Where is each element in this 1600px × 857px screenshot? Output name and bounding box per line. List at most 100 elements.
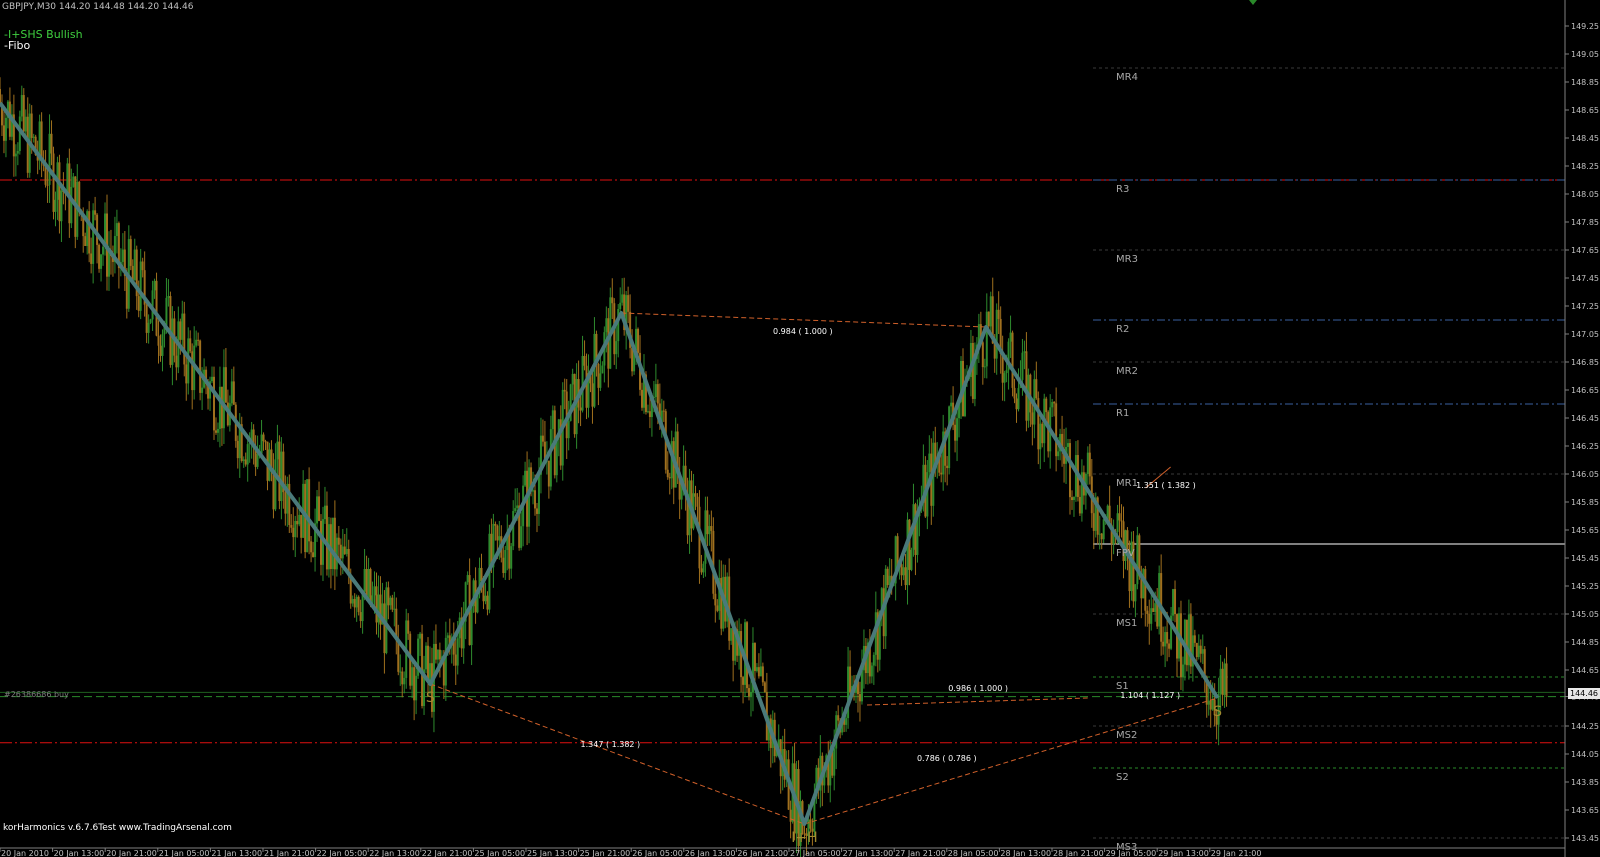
candle-body [147,322,150,333]
candle-body [498,536,501,541]
candle-body [1207,700,1210,705]
candle-body [216,428,219,433]
candle-body [761,666,764,683]
candle-body [339,544,342,559]
candle-body [1013,387,1016,399]
candle-body [1156,603,1159,627]
candle-body [284,492,287,514]
candle-body [294,520,297,538]
candle-body [605,318,608,333]
candle-body [375,586,378,623]
candle-body [171,318,174,365]
candle-body [14,153,17,157]
y-tick-label: 143.45 [1571,834,1599,843]
x-tick-label: 21 Jan 05:00 [159,849,210,857]
candle-body [541,435,544,442]
candle-body [331,517,334,569]
candle-body [1088,452,1091,477]
candle-body [575,379,578,435]
candle-body [995,309,998,359]
candle-body [597,363,600,388]
candle-body [157,335,160,346]
candle-body [290,525,293,528]
candle-body [837,715,840,721]
candle-body [708,526,711,535]
candle-body [1017,388,1020,410]
candle-body [66,163,69,194]
candle-body [1015,398,1018,410]
pivot-label-mr1: MR1 [1116,478,1138,489]
candle-body [641,389,644,408]
candle-body [218,386,221,429]
candle-body [470,606,473,646]
candle-body [1069,443,1072,498]
candle-body [125,275,128,309]
x-tick-label: 20 Jan 13:00 [54,849,105,857]
y-tick-label: 149.05 [1571,50,1599,59]
fib-label-1: 1.347 ( 1.382 ) [581,740,641,749]
y-tick-label: 146.05 [1571,470,1599,479]
y-tick-label: 148.25 [1571,162,1599,171]
candle-body [300,514,303,538]
candle-body [950,402,953,407]
candle-body [1031,412,1034,425]
candle-body [599,373,602,388]
candle-body [88,211,91,254]
candle-body [502,557,505,574]
candle-body [191,351,194,391]
candle-body [1116,513,1119,532]
candle-body [1041,423,1044,444]
candle-body [167,296,170,298]
current-price-tag: 144.46 [1568,688,1600,699]
candle-body [72,176,75,187]
candle-body [1039,423,1042,450]
candle-body [710,526,713,531]
candle-body [763,682,766,693]
candle-body [1199,645,1202,654]
x-tick-label: 21 Jan 21:00 [264,849,315,857]
candle-body [870,665,873,677]
candle-body [601,365,604,374]
candle-body [1067,443,1070,447]
candle-body [92,210,95,264]
candle-body [732,628,735,661]
candle-body [694,493,697,497]
candle-body [1164,632,1167,647]
candle-body [987,311,990,327]
candle-body [276,441,279,460]
candle-body [928,453,931,473]
candle-body [46,184,49,186]
candle-body [1051,402,1054,408]
y-tick-label: 146.25 [1571,442,1599,451]
candle-body [971,343,974,399]
candle-body [504,549,507,574]
candle-body [337,537,340,545]
candle-body [325,505,328,570]
candle-body [383,603,386,654]
candle-body [137,296,140,311]
x-tick-label: 28 Jan 13:00 [1000,849,1051,857]
candle-body [94,210,97,215]
candle-body [520,526,523,548]
candle-body [236,440,239,459]
price-chart[interactable]: MR4R3MR3R2MR2R1MR1FPVMS1S1MS2S2MS30.984 … [0,0,1600,857]
indicator-fibo[interactable]: -Fibo [4,39,30,52]
y-tick-label: 147.25 [1571,302,1599,311]
candle-body [58,162,61,222]
candle-body [1144,569,1147,611]
candle-body [1193,635,1196,643]
fib-label-0: 0.984 ( 1.000 ) [773,327,833,336]
candle-body [280,451,283,502]
candle-body [700,568,703,573]
candle-body [189,338,192,352]
candle-body [201,387,204,393]
y-tick-label: 148.45 [1571,134,1599,143]
candle-body [1187,614,1190,666]
candle-body [100,254,103,269]
candle-body [373,586,376,596]
candle-body [496,525,499,541]
candle-body [316,496,319,524]
order-label[interactable]: #26386686 buy [4,690,69,699]
candle-body [914,504,917,555]
pivot-label-mr4: MR4 [1116,72,1138,83]
